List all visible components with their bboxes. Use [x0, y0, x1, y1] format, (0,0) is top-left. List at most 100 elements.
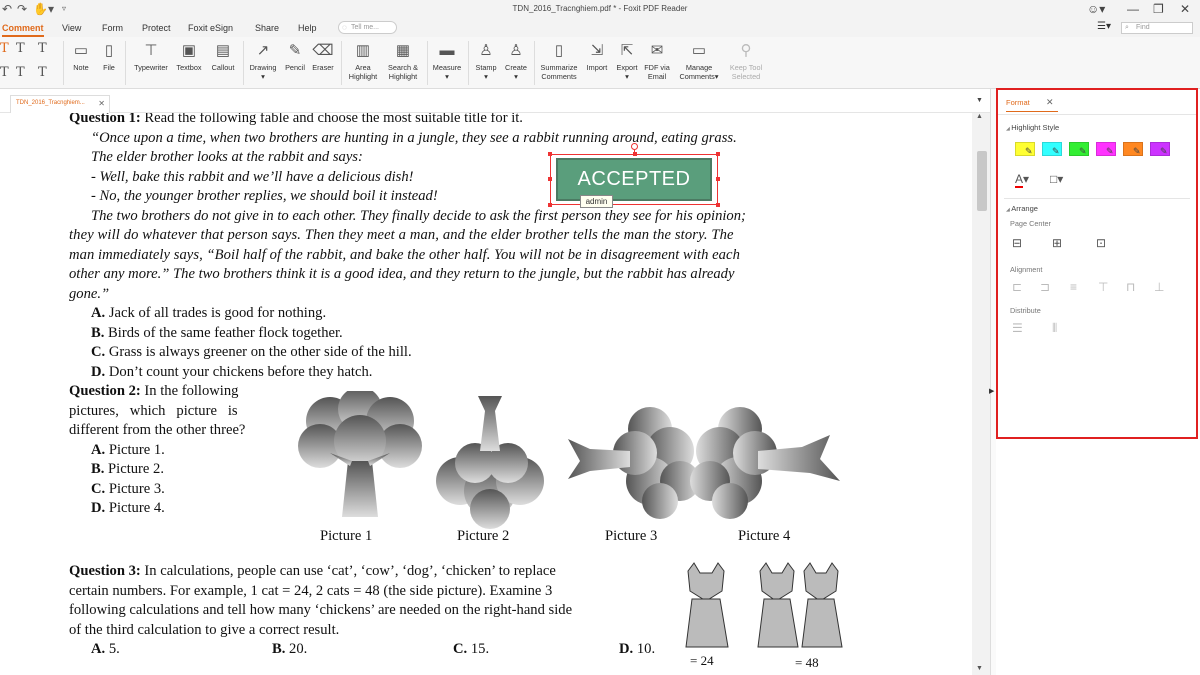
- manage-comments-button[interactable]: ▭ Manage Comments▾: [676, 41, 722, 81]
- q3-option: B. 20.: [272, 641, 308, 657]
- rotate-handle[interactable]: [631, 143, 638, 150]
- keep-tool-selected-button[interactable]: ⚲ Keep Tool Selected: [726, 41, 766, 81]
- drawing-button[interactable]: ↗ Drawing ▾: [247, 41, 279, 81]
- tell-me-input[interactable]: ◌ Tell me...: [338, 21, 397, 34]
- textbox-button[interactable]: ▣ Textbox: [173, 41, 205, 72]
- tab-list-dropdown-icon[interactable]: ▼: [976, 97, 983, 104]
- find-input[interactable]: ⌕ Find: [1121, 22, 1193, 34]
- stamp-button[interactable]: ♙ Stamp ▾: [472, 41, 500, 81]
- scroll-down-icon[interactable]: ▼: [976, 665, 983, 672]
- fdf-email-button[interactable]: ✉ FDF via Email: [643, 41, 671, 81]
- q2-text-line: pictures, which picture is: [69, 402, 238, 419]
- align-right-icon[interactable]: ≡: [1070, 280, 1077, 294]
- callout-button[interactable]: ▤ Callout: [208, 41, 238, 72]
- note-button[interactable]: ▭ Note: [68, 41, 94, 72]
- menu-view[interactable]: View: [62, 23, 81, 33]
- distribute-vertical-icon[interactable]: ☰: [1012, 321, 1023, 335]
- q2-text-line: different from the other three?: [69, 422, 246, 438]
- create-stamp-icon: ♙: [509, 42, 523, 59]
- tab-format[interactable]: Format ✕: [1006, 97, 1058, 112]
- align-top-icon[interactable]: ⊤: [1098, 280, 1108, 294]
- resize-handle[interactable]: [716, 152, 720, 156]
- tab-document[interactable]: TDN_2016_Tracnghiem... ✕: [10, 95, 110, 113]
- restore-button[interactable]: ❐: [1153, 1, 1164, 17]
- arrange-header[interactable]: Arrange: [1006, 204, 1038, 213]
- note-icon: ▭: [73, 42, 89, 59]
- q3-text-line: following calculations and tell how many…: [69, 602, 573, 618]
- import-button[interactable]: ⇲ Import: [583, 41, 611, 72]
- q3-heading: Question 3: In calculations, people can …: [69, 563, 556, 579]
- center-both-icon[interactable]: ⊡: [1096, 236, 1106, 250]
- q1-fable-line: man immediately says, “Boil half of the …: [69, 246, 740, 263]
- close-tab-icon[interactable]: ✕: [98, 99, 105, 108]
- typewriter-icon: ⊤: [144, 42, 158, 59]
- page-center-label: Page Center: [1010, 219, 1051, 228]
- resize-handle[interactable]: [548, 152, 552, 156]
- highlight-style-header[interactable]: Highlight Style: [1006, 123, 1059, 132]
- align-center-icon[interactable]: ⊐: [1040, 280, 1050, 294]
- align-bottom-icon[interactable]: ⊥: [1154, 280, 1164, 294]
- highlight-swatch[interactable]: ✎: [1150, 142, 1170, 158]
- resize-handle[interactable]: [548, 177, 552, 181]
- ribbon-toolbar: T T T T T T ▭ Note ▯ File ⊤ Typewriter ▣ Tex…: [0, 37, 1200, 89]
- account-icon[interactable]: ☺▾: [1087, 1, 1105, 17]
- textbox-icon: ▣: [181, 42, 197, 59]
- eraser-button[interactable]: ⌫ Eraser: [310, 41, 336, 72]
- scrollbar-thumb[interactable]: [977, 151, 987, 211]
- close-button[interactable]: ✕: [1180, 1, 1190, 17]
- collapse-panel-icon[interactable]: ▶: [989, 387, 994, 395]
- vertical-scrollbar[interactable]: ▲ ▼: [972, 113, 990, 675]
- scroll-up-icon[interactable]: ▲: [976, 113, 983, 120]
- menu-share[interactable]: Share: [255, 23, 279, 33]
- q1-fable-line: other any more.” The two brothers think …: [69, 266, 735, 282]
- picture-4-tree: [690, 407, 840, 519]
- highlight-swatch[interactable]: ✎: [1042, 142, 1062, 158]
- accepted-stamp[interactable]: ACCEPTED: [548, 143, 720, 207]
- resize-handle[interactable]: [716, 177, 720, 181]
- minimize-button[interactable]: —: [1127, 1, 1139, 17]
- align-left-icon[interactable]: ⊏: [1012, 280, 1022, 294]
- create-button[interactable]: ♙ Create ▾: [502, 41, 530, 81]
- highlight-swatch[interactable]: ✎: [1015, 142, 1035, 158]
- typewriter-button[interactable]: ⊤ Typewriter: [131, 41, 171, 72]
- strikeout-text-icon[interactable]: T: [38, 41, 47, 56]
- center-vertical-icon[interactable]: ⊞: [1052, 236, 1062, 250]
- replace-text-icon[interactable]: T: [38, 65, 47, 80]
- squiggly-text-icon[interactable]: T: [0, 65, 9, 80]
- menu-form[interactable]: Form: [102, 23, 123, 33]
- area-highlight-button[interactable]: ▥ Area Highlight: [344, 41, 382, 81]
- underline-text-icon[interactable]: T: [16, 41, 25, 56]
- menu-foxit-esign[interactable]: Foxit eSign: [188, 23, 233, 33]
- insert-text-icon[interactable]: T: [16, 65, 25, 80]
- measure-button[interactable]: ▬ Measure ▾: [430, 41, 464, 81]
- file-button[interactable]: ▯ File: [98, 41, 120, 72]
- file-icon: ▯: [104, 42, 114, 59]
- search-options-icon[interactable]: ☰▾: [1097, 21, 1111, 32]
- highlight-swatch[interactable]: ✎: [1123, 142, 1143, 158]
- q1-fable-line: gone.”: [69, 285, 110, 302]
- highlight-swatch[interactable]: ✎: [1069, 142, 1089, 158]
- center-horizontal-icon[interactable]: ⊟: [1012, 236, 1022, 250]
- highlight-text-icon[interactable]: T: [0, 41, 9, 56]
- menu-protect[interactable]: Protect: [142, 23, 171, 33]
- menu-comment[interactable]: Comment: [2, 23, 44, 37]
- pencil-button[interactable]: ✎ Pencil: [282, 41, 308, 72]
- search-highlight-button[interactable]: ▦ Search & Highlight: [384, 41, 422, 81]
- picture-2-tree: [436, 396, 544, 529]
- highlighter-pen-icon: ✎: [1160, 146, 1168, 156]
- resize-handle[interactable]: [716, 203, 720, 207]
- align-middle-icon[interactable]: ⊓: [1126, 280, 1135, 294]
- alignment-label: Alignment: [1010, 265, 1043, 274]
- close-panel-icon[interactable]: ✕: [1046, 97, 1054, 108]
- export-button[interactable]: ⇱ Export ▾: [613, 41, 641, 81]
- cat-image: [685, 562, 729, 648]
- summarize-comments-button[interactable]: ▯ Summarize Comments: [537, 41, 581, 81]
- highlight-swatch[interactable]: ✎: [1096, 142, 1116, 158]
- distribute-horizontal-icon[interactable]: ⦀: [1052, 321, 1057, 336]
- q2-option: D. Picture 4.: [91, 500, 165, 516]
- text-color-icon[interactable]: A▾: [1015, 172, 1029, 188]
- border-icon[interactable]: □▾: [1050, 172, 1063, 186]
- menu-help[interactable]: Help: [298, 23, 317, 33]
- resize-handle[interactable]: [548, 203, 552, 207]
- q3-option: D. 10.: [619, 641, 656, 657]
